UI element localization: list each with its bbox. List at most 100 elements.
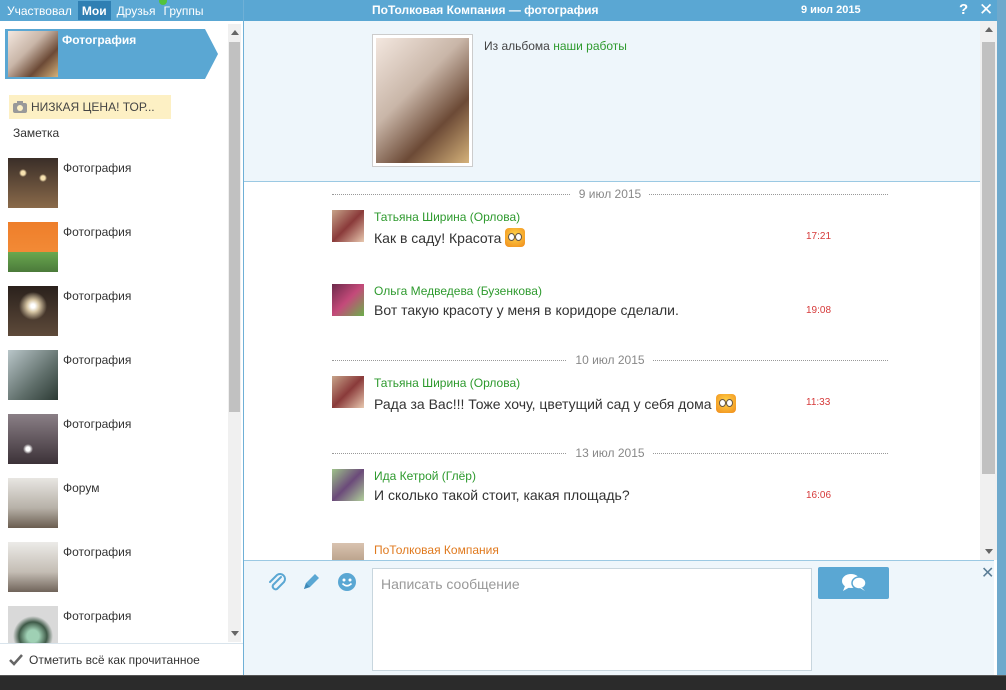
- smile-face-icon: [338, 573, 356, 591]
- list-item[interactable]: Фотография: [8, 286, 218, 336]
- message-text: И сколько такой стоит, какая площадь?: [374, 487, 630, 503]
- list-item[interactable]: Форум: [8, 478, 218, 528]
- window-edge: [997, 0, 1006, 690]
- list-item-label: Фотография: [63, 353, 132, 367]
- check-icon: [9, 653, 23, 666]
- topic-photo[interactable]: [372, 34, 473, 167]
- list-item[interactable]: Фотография: [8, 158, 218, 208]
- tab-friends-label: Друзья: [116, 3, 156, 18]
- message-time: 16:06: [806, 490, 832, 501]
- avatar[interactable]: [332, 543, 364, 560]
- tab-groups[interactable]: Группы: [160, 0, 208, 21]
- list-item[interactable]: Фотография: [8, 350, 218, 400]
- message-time: 19:08: [806, 305, 832, 316]
- scroll-down-icon[interactable]: [985, 549, 993, 554]
- list-item-thumbnail: [8, 31, 58, 77]
- discussion-list: Фотография НИЗКАЯ ЦЕНА! ТОР... Заметка Ф…: [0, 21, 227, 643]
- discussion-date: 9 июл 2015: [801, 4, 861, 16]
- list-item-thumbnail: [8, 478, 58, 528]
- list-item[interactable]: Фотография: [8, 606, 218, 643]
- attach-icon[interactable]: [266, 571, 288, 593]
- discussion-title: ПоТолковая Компания — фотография: [372, 3, 599, 17]
- list-item-note[interactable]: НИЗКАЯ ЦЕНА! ТОР... Заметка: [9, 95, 171, 140]
- list-item-label: Форум: [63, 481, 100, 495]
- message-author[interactable]: Ида Кетрой (Глёр): [374, 469, 476, 483]
- help-icon[interactable]: ?: [959, 1, 968, 18]
- tab-friends[interactable]: Друзья: [113, 0, 167, 21]
- day-separator-label: 13 июл 2015: [567, 446, 653, 460]
- list-item-thumbnail: [8, 414, 58, 464]
- title-bar: ПоТолковая Компания — фотография 9 июл 2…: [244, 0, 1006, 21]
- message-text: Вот такую красоту у меня в коридоре сдел…: [374, 302, 679, 318]
- list-item-thumbnail: [8, 222, 58, 272]
- list-item[interactable]: Фотография: [8, 222, 218, 272]
- avatar[interactable]: [332, 210, 364, 242]
- paperclip-icon: [269, 573, 286, 591]
- mark-all-read-label: Отметить всё как прочитанное: [29, 652, 200, 667]
- list-item-thumbnail: [8, 542, 58, 592]
- left-panel: Участвовал Мои Друзья Группы Фотография …: [0, 0, 244, 675]
- avatar[interactable]: [332, 376, 364, 408]
- message-time: 11:33: [806, 397, 831, 408]
- note-bubble: НИЗКАЯ ЦЕНА! ТОР...: [9, 95, 171, 119]
- left-scrollbar[interactable]: [228, 24, 241, 642]
- message-body: И сколько такой стоит, какая площадь?: [374, 487, 630, 503]
- message-body: Рада за Вас!!! Тоже хочу, цветущий сад у…: [374, 395, 712, 412]
- left-tabs: Участвовал Мои Друзья Группы: [0, 0, 243, 21]
- topic-photo-image: [376, 38, 469, 163]
- list-item-thumbnail: [8, 158, 58, 208]
- day-separator-label: 10 июл 2015: [567, 353, 653, 367]
- emoji-icon[interactable]: [336, 571, 358, 593]
- list-item-active[interactable]: Фотография: [5, 29, 218, 79]
- message-text: Рада за Вас!!! Тоже хочу, цветущий сад у…: [374, 394, 736, 413]
- close-icon[interactable]: ✕: [979, 0, 993, 20]
- composer-close-icon[interactable]: ✕: [981, 563, 994, 583]
- message-author[interactable]: Татьяна Ширина (Орлова): [374, 210, 520, 224]
- scroll-up-icon[interactable]: [985, 27, 993, 32]
- album-link[interactable]: наши работы: [553, 39, 627, 53]
- scrollbar-thumb[interactable]: [982, 42, 995, 474]
- avatar[interactable]: [332, 284, 364, 316]
- day-separator-label: 9 июл 2015: [570, 187, 650, 201]
- message-list: 9 июл 2015 Татьяна Ширина (Орлова) Как в…: [244, 182, 980, 560]
- tab-participated[interactable]: Участвовал: [3, 0, 76, 21]
- message-author[interactable]: ПоТолковая Компания: [374, 543, 499, 557]
- list-item-label: Фотография: [63, 545, 132, 559]
- chat-scrollbar[interactable]: [980, 21, 997, 560]
- day-separator: 13 июл 2015: [332, 446, 888, 460]
- list-item-thumbnail: [8, 606, 58, 643]
- message-composer: ✕: [244, 560, 994, 675]
- message-author[interactable]: Ольга Медведева (Бузенкова): [374, 284, 542, 298]
- list-item-label: Фотография: [63, 225, 132, 239]
- message-body: Как в саду! Красота: [374, 229, 502, 246]
- chat-bubbles-icon: [841, 573, 867, 591]
- message-time: 17:21: [806, 231, 832, 242]
- list-item-label: Фотография: [63, 609, 132, 623]
- album-caption: Из альбома наши работы: [484, 39, 627, 53]
- discussion-panel: ПоТолковая Компания — фотография 9 июл 2…: [244, 0, 1006, 675]
- day-separator: 9 июл 2015: [332, 187, 888, 201]
- avatar[interactable]: [332, 469, 364, 501]
- message-text: Как в саду! Красота: [374, 228, 526, 247]
- list-item-label: Фотография: [63, 161, 132, 175]
- list-item[interactable]: Фотография: [8, 414, 218, 464]
- list-item-thumbnail: [8, 286, 58, 336]
- scroll-down-icon[interactable]: [231, 631, 239, 636]
- smiley-icon: [505, 228, 526, 247]
- scrollbar-thumb[interactable]: [229, 42, 240, 412]
- list-item-thumbnail: [8, 350, 58, 400]
- list-item[interactable]: Фотография: [8, 542, 218, 592]
- message-body: Вот такую красоту у меня в коридоре сдел…: [374, 302, 679, 318]
- send-button[interactable]: [818, 567, 889, 599]
- message-author[interactable]: Татьяна Ширина (Орлова): [374, 376, 520, 390]
- mark-all-read-button[interactable]: Отметить всё как прочитанное: [0, 643, 243, 675]
- pencil-icon[interactable]: [300, 571, 322, 593]
- tab-mine[interactable]: Мои: [77, 1, 111, 20]
- scroll-up-icon[interactable]: [231, 30, 239, 35]
- camera-icon: [13, 101, 27, 113]
- list-item-label: Фотография: [63, 417, 132, 431]
- message-input[interactable]: [372, 568, 812, 671]
- note-type: Заметка: [13, 126, 60, 140]
- pencil-glyph-icon: [304, 574, 319, 589]
- taskbar-strip: [0, 675, 1006, 690]
